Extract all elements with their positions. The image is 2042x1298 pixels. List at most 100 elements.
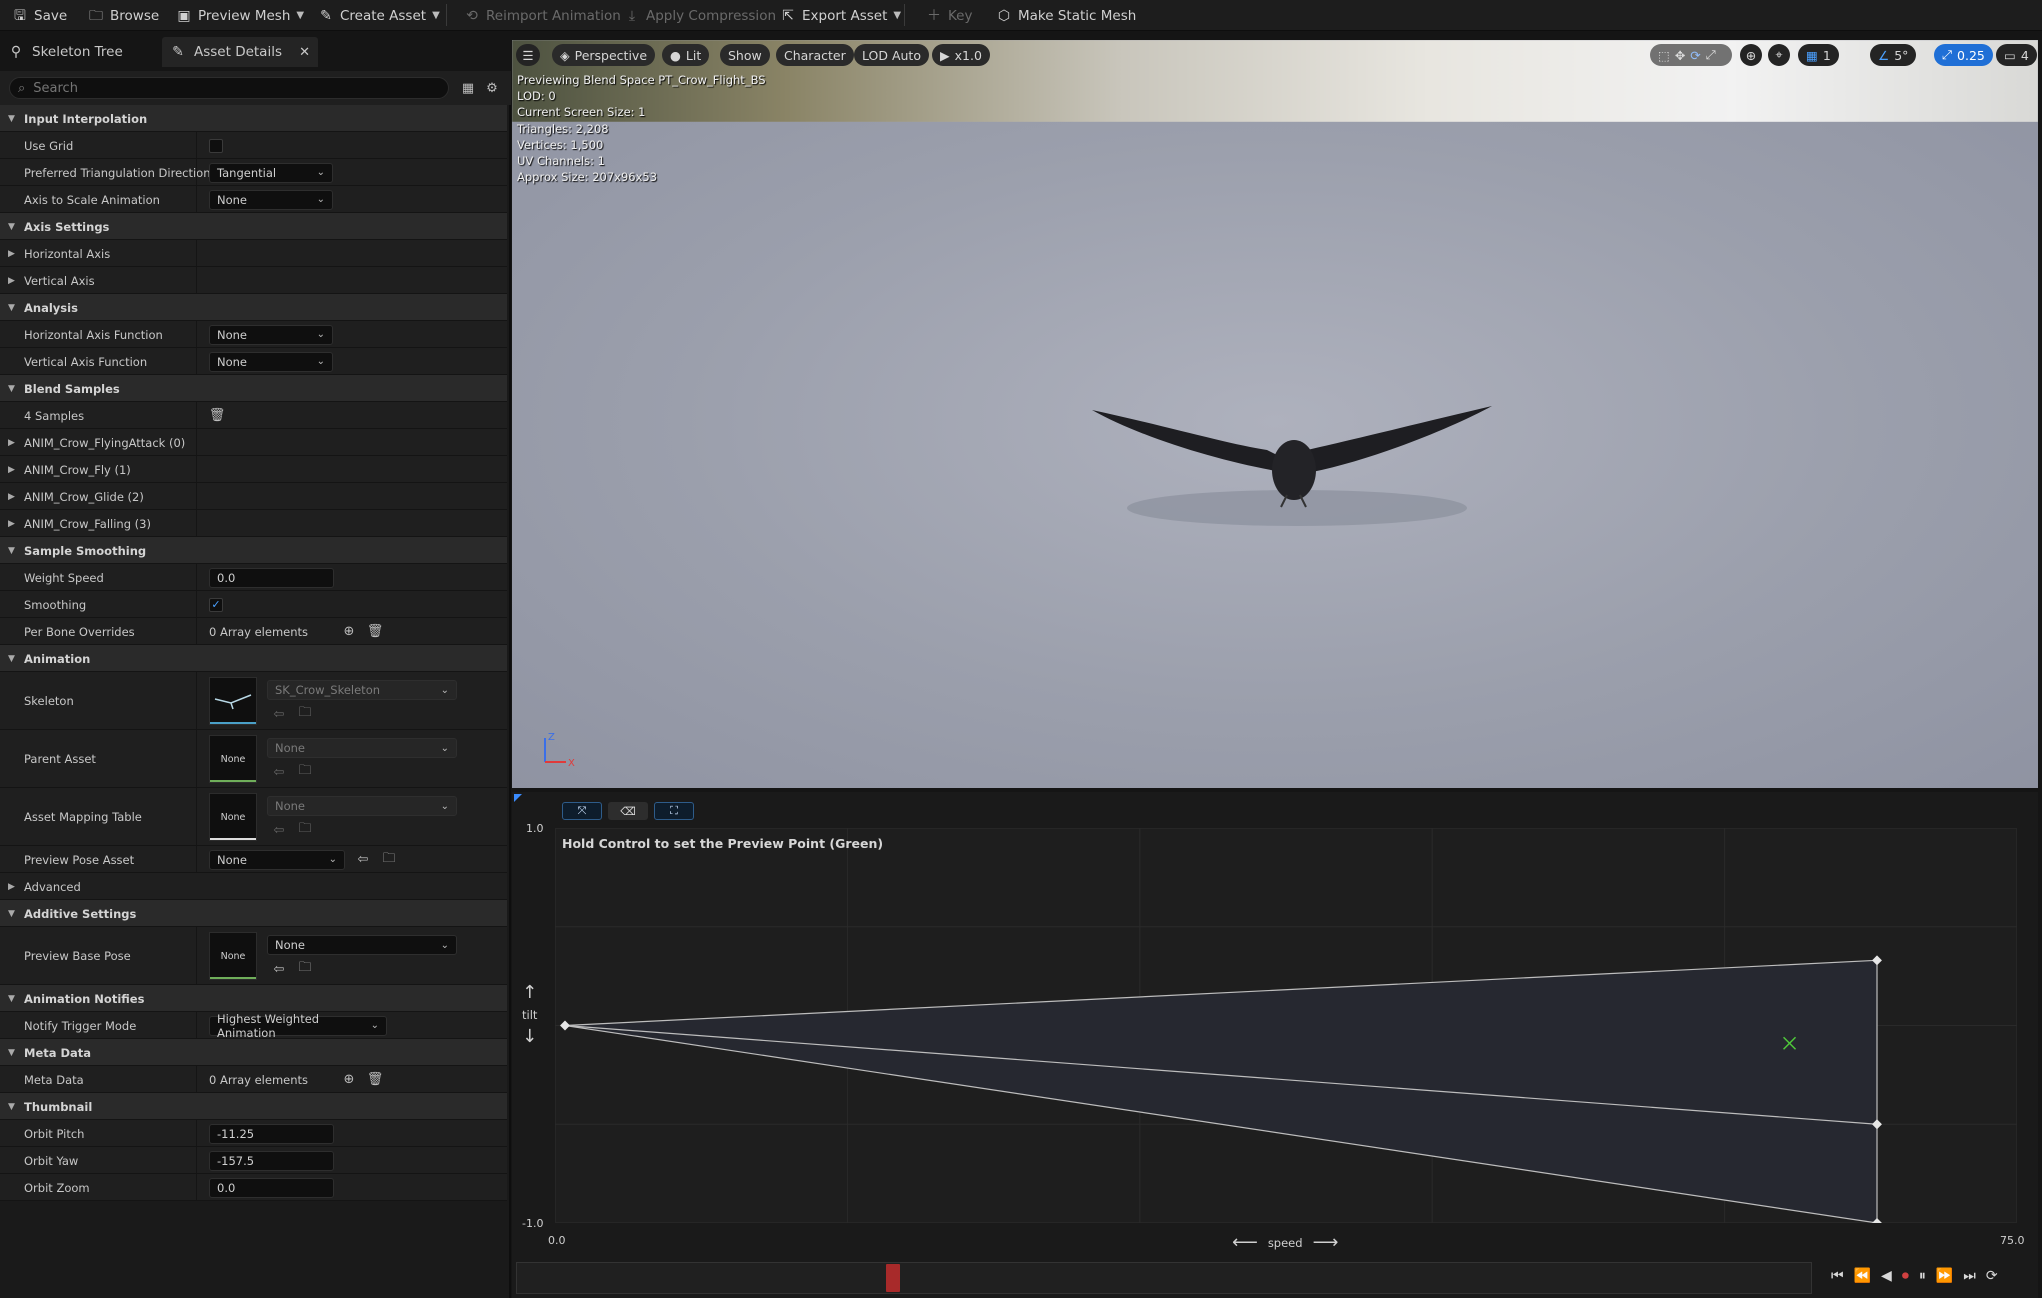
settings-icon[interactable]: ⚙ (484, 80, 500, 96)
use-selected-icon[interactable]: ⇦ (271, 961, 287, 977)
horizontal-function-dropdown[interactable]: None ⌄ (209, 324, 333, 345)
category-blend-samples[interactable]: ▼ Blend Samples (0, 375, 507, 402)
category-axis-settings[interactable]: ▼ Axis Settings (0, 213, 507, 240)
key-button[interactable]: ＋ Key (926, 3, 972, 28)
category-input-interpolation[interactable]: ▼ Input Interpolation (0, 105, 507, 132)
use-selected-icon[interactable]: ⇦ (271, 764, 287, 780)
trash-icon[interactable]: 🗑 (367, 1072, 384, 1088)
sample-item[interactable]: ▶ ANIM_Crow_Fly (1) (0, 456, 507, 483)
orbit-pitch-field[interactable]: -11.25 (209, 1123, 334, 1144)
browse-asset-icon[interactable]: 🗀 (297, 960, 313, 977)
search-input[interactable] (33, 80, 414, 96)
timeline-track[interactable] (516, 1262, 1812, 1294)
preview-pose-dropdown[interactable]: None ⌄ (209, 849, 345, 870)
skip-to-start-icon[interactable]: ⏮ (1831, 1268, 1844, 1284)
base-pose-thumbnail[interactable]: None (209, 932, 257, 980)
category-analysis[interactable]: ▼ Analysis (0, 294, 507, 321)
property-advanced[interactable]: ▶ Advanced (0, 873, 507, 900)
perspective-button[interactable]: ◈ Perspective (552, 44, 656, 66)
character-button[interactable]: Character (776, 44, 854, 66)
fit-view-button[interactable]: ⤧ (562, 802, 602, 820)
step-back-icon[interactable]: ⏪ (1854, 1268, 1871, 1284)
preview-mesh-button[interactable]: ▣ Preview Mesh ▼ (176, 3, 304, 28)
sample-item[interactable]: ▶ ANIM_Crow_Falling (3) (0, 510, 507, 537)
scale-snap-control[interactable]: ⤢ 0.25 (1934, 44, 1993, 66)
loop-icon[interactable]: ⟳ (1986, 1268, 1998, 1284)
world-local-toggle[interactable]: ⊕ (1740, 44, 1762, 66)
property-horizontal-axis[interactable]: ▶ Horizontal Axis (0, 240, 507, 267)
lod-button[interactable]: LOD Auto (854, 44, 929, 66)
mapping-table-dropdown[interactable]: None ⌄ (267, 796, 457, 816)
mapping-table-thumbnail[interactable]: None (209, 793, 257, 841)
parent-asset-thumbnail[interactable]: None (209, 735, 257, 783)
skeleton-dropdown[interactable]: SK_Crow_Skeleton ⌄ (267, 680, 457, 700)
axis-scale-dropdown[interactable]: None ⌄ (209, 189, 333, 210)
reimport-animation-button[interactable]: ⟲ Reimport Animation (464, 3, 621, 28)
category-sample-smoothing[interactable]: ▼ Sample Smoothing (0, 537, 507, 564)
grid-snap-control[interactable]: ▦ 1 (1798, 44, 1839, 66)
blendspace-plot[interactable] (555, 828, 2017, 1223)
playhead-handle[interactable] (885, 1264, 900, 1292)
browse-asset-icon[interactable]: 🗀 (297, 705, 313, 722)
viewport-menu-button[interactable]: ☰ (516, 44, 540, 66)
orbit-zoom-field[interactable]: 0.0 (209, 1177, 334, 1198)
browse-asset-icon[interactable]: 🗀 (297, 821, 313, 838)
property-vertical-axis[interactable]: ▶ Vertical Axis (0, 267, 507, 294)
transport-controls: ⏮ ⏪ ◀ ⏺ ⏸ ⏩ ⏭ ⟳ (1831, 1268, 1998, 1284)
sample-item[interactable]: ▶ ANIM_Crow_FlyingAttack (0) (0, 429, 507, 456)
category-meta-data[interactable]: ▼ Meta Data (0, 1039, 507, 1066)
trigger-mode-dropdown[interactable]: Highest Weighted Animation ⌄ (209, 1012, 387, 1040)
use-selected-icon[interactable]: ⇦ (271, 706, 287, 722)
surface-snap-toggle[interactable]: ⌖ (1768, 44, 1790, 66)
fit-icon: ⤧ (577, 804, 587, 817)
category-additive-settings[interactable]: ▼ Additive Settings (0, 900, 507, 927)
add-element-icon[interactable]: ⊕ (341, 624, 357, 640)
browse-asset-icon[interactable]: 🗀 (297, 763, 313, 780)
use-selected-icon[interactable]: ⇦ (271, 822, 287, 838)
pause-icon[interactable]: ⏸ (1919, 1268, 1926, 1284)
close-icon[interactable]: ✕ (299, 45, 310, 60)
skeleton-thumbnail[interactable] (209, 677, 257, 725)
browse-button[interactable]: 🗀 Browse (88, 3, 159, 28)
base-pose-dropdown[interactable]: None ⌄ (267, 935, 457, 955)
add-element-icon[interactable]: ⊕ (341, 1072, 357, 1088)
record-icon[interactable]: ⏺ (1902, 1268, 1909, 1284)
category-animation[interactable]: ▼ Animation (0, 645, 507, 672)
show-animation-names-button[interactable]: ⛶ (654, 802, 694, 820)
tab-asset-details[interactable]: ✎ Asset Details ✕ (162, 37, 318, 67)
make-static-mesh-button[interactable]: ⬡ Make Static Mesh (996, 3, 1136, 28)
use-grid-checkbox[interactable] (209, 138, 223, 153)
browse-asset-icon[interactable]: 🗀 (381, 851, 397, 868)
triangulation-dropdown[interactable]: Tangential ⌄ (209, 162, 333, 183)
export-asset-button[interactable]: ⇱ Export Asset ▼ (780, 3, 901, 28)
show-button[interactable]: Show (720, 44, 770, 66)
apply-compression-button[interactable]: ⤓ Apply Compression (624, 3, 776, 28)
trash-icon[interactable]: 🗑 (209, 408, 226, 424)
smoothing-checkbox[interactable]: ✓ (209, 597, 223, 612)
category-thumbnail[interactable]: ▼ Thumbnail (0, 1093, 507, 1120)
trash-icon[interactable]: 🗑 (367, 624, 384, 640)
preview-viewport[interactable]: ☰ ◈ Perspective ● Lit Show Character LOD… (512, 40, 2038, 788)
tab-skeleton-tree[interactable]: ⚲ Skeleton Tree (0, 37, 131, 67)
save-button[interactable]: 🖫 Save (12, 3, 67, 28)
sample-item[interactable]: ▶ ANIM_Crow_Glide (2) (0, 483, 507, 510)
sample-point[interactable] (560, 1020, 570, 1031)
show-triangulation-button[interactable]: ⌫ (608, 802, 648, 820)
angle-snap-control[interactable]: ∠ 5° (1870, 44, 1917, 66)
orbit-yaw-field[interactable]: -157.5 (209, 1150, 334, 1171)
grid-hint-text: Hold Control to set the Preview Point (G… (562, 836, 884, 851)
playback-speed-button[interactable]: ▶ x1.0 (932, 44, 990, 66)
use-selected-icon[interactable]: ⇦ (355, 852, 371, 868)
camera-speed-control[interactable]: ▭ 4 (1996, 44, 2037, 66)
play-reverse-icon[interactable]: ◀ (1881, 1268, 1892, 1284)
skip-to-end-icon[interactable]: ⏭ (1963, 1268, 1976, 1284)
create-asset-button[interactable]: ✎ Create Asset ▼ (318, 3, 440, 28)
vertical-function-dropdown[interactable]: None ⌄ (209, 351, 333, 372)
transform-tools-group[interactable]: ⬚ ✥ ⟳ ⤢ (1650, 44, 1732, 66)
lit-button[interactable]: ● Lit (662, 44, 710, 66)
step-forward-icon[interactable]: ⏩ (1936, 1268, 1953, 1284)
table-view-icon[interactable]: ▦ (460, 80, 476, 96)
parent-asset-dropdown[interactable]: None ⌄ (267, 738, 457, 758)
category-animation-notifies[interactable]: ▼ Animation Notifies (0, 985, 507, 1012)
weight-speed-field[interactable]: 0.0 (209, 567, 334, 588)
